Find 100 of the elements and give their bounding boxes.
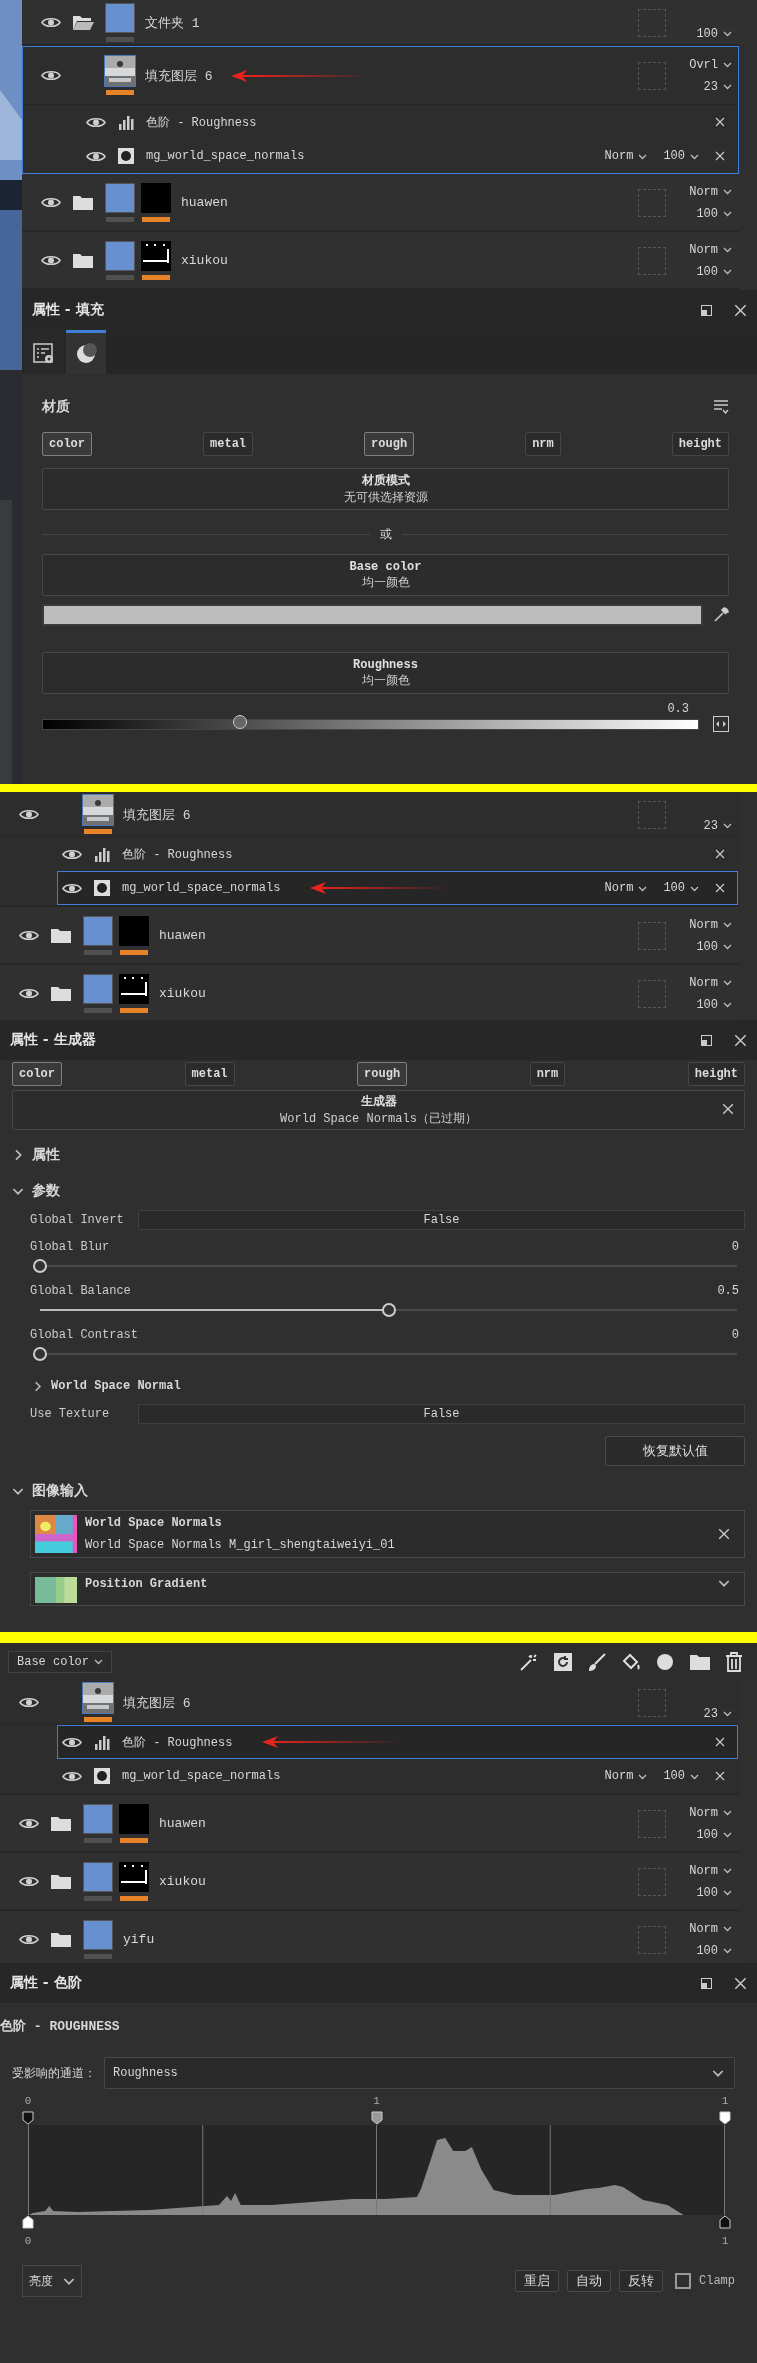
- channel-button[interactable]: metal: [184, 1062, 235, 1086]
- tab[interactable]: [66, 330, 106, 374]
- close-icon[interactable]: [715, 117, 725, 127]
- effect-row[interactable]: 色阶 - Roughness: [57, 1725, 738, 1759]
- eye-icon[interactable]: [19, 929, 39, 942]
- close-icon[interactable]: [734, 1976, 747, 1990]
- opacity-dropdown[interactable]: 100: [696, 997, 732, 1012]
- eye-icon[interactable]: [19, 808, 39, 821]
- generator-box[interactable]: 生成器 World Space Normals（已过期）: [12, 1090, 745, 1130]
- channel-button[interactable]: nrm: [525, 432, 561, 456]
- blend-dropdown[interactable]: Norm: [604, 1769, 648, 1783]
- layer-row[interactable]: 文件夹 1 100: [22, 0, 739, 46]
- eye-icon[interactable]: [41, 196, 61, 209]
- effect-row[interactable]: mg_world_space_normals Norm 100: [81, 139, 738, 173]
- eye-icon[interactable]: [19, 987, 39, 1000]
- blend-dropdown[interactable]: Ovrl: [689, 57, 732, 72]
- eye-icon[interactable]: [19, 1696, 39, 1709]
- float-icon[interactable]: [701, 1034, 712, 1046]
- blend-dropdown[interactable]: Norm: [689, 975, 732, 990]
- float-icon[interactable]: [701, 304, 712, 316]
- effect-row[interactable]: 色阶 - Roughness: [81, 105, 738, 139]
- layer-group[interactable]: 填充图层 6 23 色阶 - Roughness mg_world_space_normals Norm 100: [0, 1680, 739, 1795]
- roughness-box[interactable]: Roughness 均一颜色: [42, 652, 729, 694]
- close-icon[interactable]: [722, 1103, 734, 1115]
- effect-row[interactable]: mg_world_space_normals Norm 100: [57, 1759, 738, 1793]
- eye-icon[interactable]: [62, 847, 82, 861]
- layer-group[interactable]: 填充图层 6 Ovrl 23 色阶 - Roughness mg_world_space_normals Norm 100: [22, 46, 739, 174]
- base-color-box[interactable]: Base color 均一颜色: [42, 554, 729, 596]
- blend-dropdown[interactable]: Norm: [604, 149, 648, 163]
- blend-dropdown[interactable]: Norm: [689, 917, 732, 932]
- opacity-dropdown[interactable]: 23: [703, 79, 732, 94]
- list-menu-icon[interactable]: [713, 400, 729, 414]
- close-icon[interactable]: [734, 303, 747, 317]
- close-icon[interactable]: [715, 1737, 725, 1747]
- output-marker[interactable]: [22, 2215, 34, 2229]
- opacity-dropdown[interactable]: 23: [703, 1706, 732, 1721]
- opacity-dropdown[interactable]: 100: [696, 264, 732, 279]
- opacity-dropdown[interactable]: 100: [696, 939, 732, 954]
- eye-icon[interactable]: [41, 16, 61, 29]
- mode-dropdown[interactable]: 亮度: [22, 2265, 82, 2297]
- image-input[interactable]: World Space Normals World Space Normals M_girl_shengtaiweiyi_01: [30, 1510, 745, 1558]
- close-icon[interactable]: [715, 1771, 725, 1781]
- slider-thumb[interactable]: [33, 1347, 47, 1361]
- slider-thumb[interactable]: [33, 1259, 47, 1273]
- channel-dropdown[interactable]: Roughness: [104, 2057, 735, 2089]
- action-button[interactable]: 反转: [619, 2270, 663, 2292]
- opacity-dropdown[interactable]: 100: [696, 1943, 732, 1958]
- eye-icon[interactable]: [41, 69, 61, 82]
- input-marker[interactable]: [370, 2111, 383, 2125]
- channel-dropdown[interactable]: Base color: [8, 1650, 112, 1673]
- opacity-dropdown[interactable]: 100: [696, 1827, 732, 1842]
- folder-icon[interactable]: [72, 194, 94, 211]
- eye-icon[interactable]: [19, 1817, 39, 1830]
- close-icon[interactable]: [715, 849, 725, 859]
- swap-icon[interactable]: [713, 716, 729, 732]
- sphere-icon[interactable]: [655, 1651, 675, 1672]
- close-icon[interactable]: [734, 1033, 747, 1047]
- folder-icon[interactable]: [689, 1652, 711, 1671]
- channel-button[interactable]: metal: [203, 432, 254, 456]
- group-header[interactable]: 参数: [12, 1180, 745, 1202]
- trash-icon[interactable]: [725, 1651, 743, 1672]
- reset-button[interactable]: 恢复默认值: [605, 1436, 745, 1466]
- magic-wand-icon[interactable]: [519, 1651, 539, 1672]
- eye-icon[interactable]: [62, 1735, 82, 1749]
- channel-button[interactable]: nrm: [529, 1062, 566, 1086]
- eye-icon[interactable]: [19, 1933, 39, 1946]
- eye-icon[interactable]: [19, 1875, 39, 1888]
- eye-icon[interactable]: [86, 149, 106, 163]
- folder-icon[interactable]: [50, 1931, 72, 1948]
- input-marker[interactable]: [719, 2111, 731, 2125]
- channel-button[interactable]: height: [671, 432, 729, 456]
- channel-button[interactable]: color: [42, 432, 92, 456]
- folder-icon[interactable]: [50, 927, 72, 944]
- effect-row[interactable]: mg_world_space_normals Norm 100: [57, 871, 738, 905]
- eye-icon[interactable]: [41, 254, 61, 267]
- slider-thumb[interactable]: [381, 1303, 396, 1317]
- channel-button[interactable]: color: [12, 1062, 62, 1086]
- color-swatch[interactable]: [42, 604, 703, 626]
- open-folder-icon[interactable]: [72, 14, 94, 31]
- refresh-icon[interactable]: [553, 1651, 573, 1672]
- action-button[interactable]: 自动: [567, 2270, 611, 2292]
- eye-icon[interactable]: [62, 1769, 82, 1783]
- toggle-field[interactable]: False: [138, 1210, 745, 1230]
- action-button[interactable]: 重启: [515, 2270, 559, 2292]
- slider-thumb[interactable]: [232, 714, 247, 729]
- input-marker[interactable]: [22, 2111, 34, 2125]
- float-icon[interactable]: [701, 1977, 712, 1989]
- toggle-field[interactable]: False: [138, 1404, 745, 1424]
- folder-icon[interactable]: [50, 985, 72, 1002]
- opacity-dropdown[interactable]: 100: [663, 881, 699, 895]
- eyedropper-icon[interactable]: [713, 607, 729, 623]
- effect-row[interactable]: 色阶 - Roughness: [57, 837, 738, 871]
- subgroup-header[interactable]: World Space Normal: [12, 1376, 745, 1396]
- layer-group[interactable]: 填充图层 6 23 色阶 - Roughness mg_world_space_normals Norm 100: [0, 792, 739, 907]
- material-mode-box[interactable]: 材质模式 无可供选择资源: [42, 468, 729, 510]
- folder-icon[interactable]: [50, 1815, 72, 1832]
- opacity-dropdown[interactable]: 100: [663, 149, 699, 163]
- channel-button[interactable]: rough: [364, 432, 415, 456]
- channel-button[interactable]: height: [687, 1062, 745, 1086]
- opacity-dropdown[interactable]: 100: [696, 206, 732, 221]
